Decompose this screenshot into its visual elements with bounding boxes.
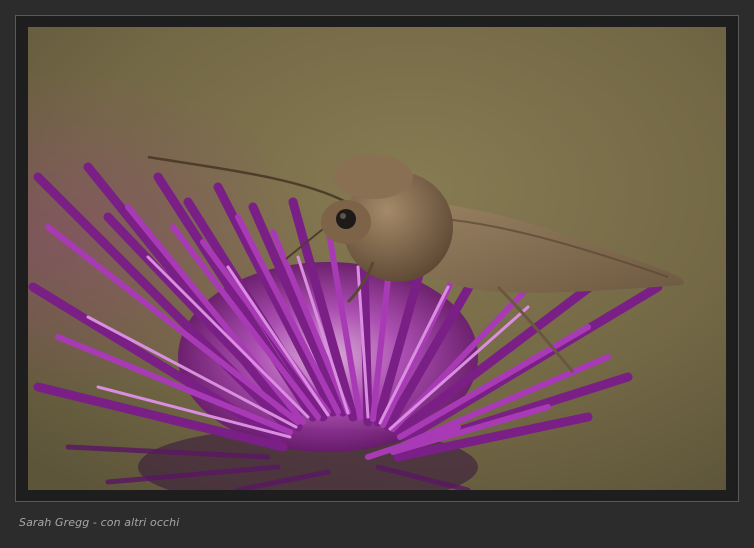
photo <box>28 27 726 490</box>
moth-on-thistle-image <box>28 27 726 490</box>
photo-credit: Sarah Gregg - con altri occhi <box>19 516 180 529</box>
